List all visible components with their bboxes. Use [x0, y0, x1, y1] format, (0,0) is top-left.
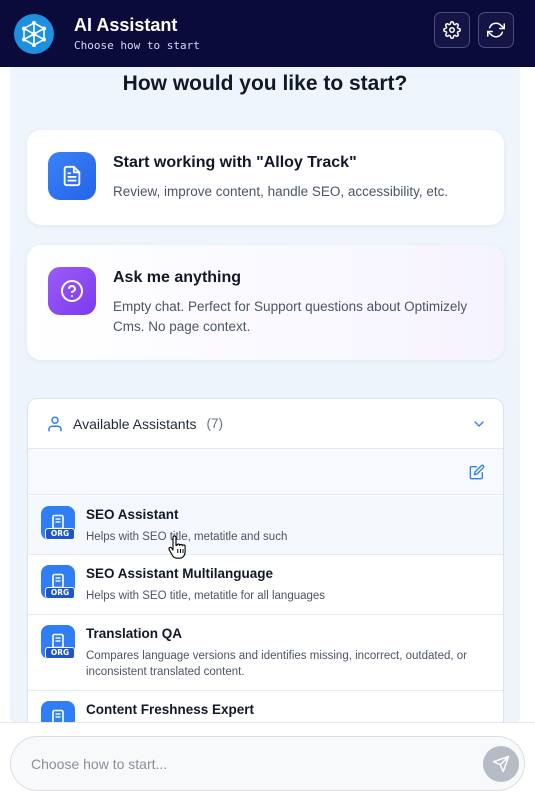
org-badge: ORG: [45, 587, 75, 599]
assistants-panel: Available Assistants (7) ORG SEO Assista…: [27, 398, 504, 722]
card-description: Review, improve content, handle SEO, acc…: [113, 184, 449, 199]
document-icon: [48, 152, 96, 200]
start-panel: How would you like to start? Start worki…: [10, 67, 520, 722]
assistant-name: SEO Assistant: [86, 507, 179, 522]
edit-icon[interactable]: [469, 464, 485, 480]
app-subtitle: Choose how to start: [74, 38, 200, 52]
app-title: AI Assistant: [74, 14, 178, 35]
list-item[interactable]: ORG Content Freshness Expert: [28, 691, 503, 722]
assistant-name: Translation QA: [86, 626, 183, 641]
org-badge: ORG: [45, 528, 75, 540]
list-item[interactable]: ORG Translation QA Compares language ver…: [28, 615, 503, 691]
assistants-toggle[interactable]: Available Assistants (7): [28, 399, 503, 449]
org-assistant-icon: ORG: [41, 701, 75, 722]
neural-network-icon: [14, 13, 54, 54]
card-description: Empty chat. Perfect for Support question…: [113, 299, 468, 334]
hand-cursor-icon: [168, 535, 186, 559]
assistants-label: Available Assistants: [73, 415, 197, 432]
list-item[interactable]: ORG SEO Assistant Multilanguage Helps wi…: [28, 555, 503, 615]
refresh-icon: [487, 22, 505, 38]
ask-anything-card[interactable]: Ask me anything Empty chat. Perfect for …: [27, 245, 504, 360]
card-title: Start working with "Alloy Track": [113, 154, 357, 171]
refresh-button[interactable]: [478, 12, 514, 48]
title-block: AI Assistant Choose how to start: [74, 14, 200, 54]
org-badge: ORG: [45, 647, 75, 659]
chat-input[interactable]: [10, 736, 525, 791]
assistant-name: SEO Assistant Multilanguage: [86, 566, 274, 581]
assistant-description: Helps with SEO title, metatitle for all …: [86, 590, 326, 602]
send-icon: [492, 755, 510, 773]
assistant-description: Helps with SEO title, metatitle and such: [86, 531, 288, 543]
list-item[interactable]: ORG SEO Assistant Helps with SEO title, …: [28, 496, 503, 555]
assistant-name: Content Freshness Expert: [86, 702, 255, 717]
user-icon: [48, 416, 62, 431]
org-assistant-icon: ORG: [41, 625, 75, 659]
assistant-description: Compares language versions and identifie…: [86, 650, 467, 678]
gear-icon: [443, 21, 461, 39]
page-title: How would you like to start?: [122, 72, 408, 95]
assistants-toolbar: [28, 449, 503, 495]
settings-button[interactable]: [434, 12, 470, 48]
start-with-page-card[interactable]: Start working with "Alloy Track" Review,…: [27, 130, 504, 225]
chevron-down-icon[interactable]: [471, 416, 487, 432]
question-icon: [48, 267, 96, 315]
send-button[interactable]: [483, 746, 519, 782]
org-assistant-icon: ORG: [41, 506, 75, 540]
app-header: AI Assistant Choose how to start: [0, 0, 535, 67]
card-title: Ask me anything: [113, 269, 242, 286]
chat-input-area: [0, 722, 535, 804]
org-assistant-icon: ORG: [41, 565, 75, 599]
assistants-count: (7): [206, 416, 223, 431]
